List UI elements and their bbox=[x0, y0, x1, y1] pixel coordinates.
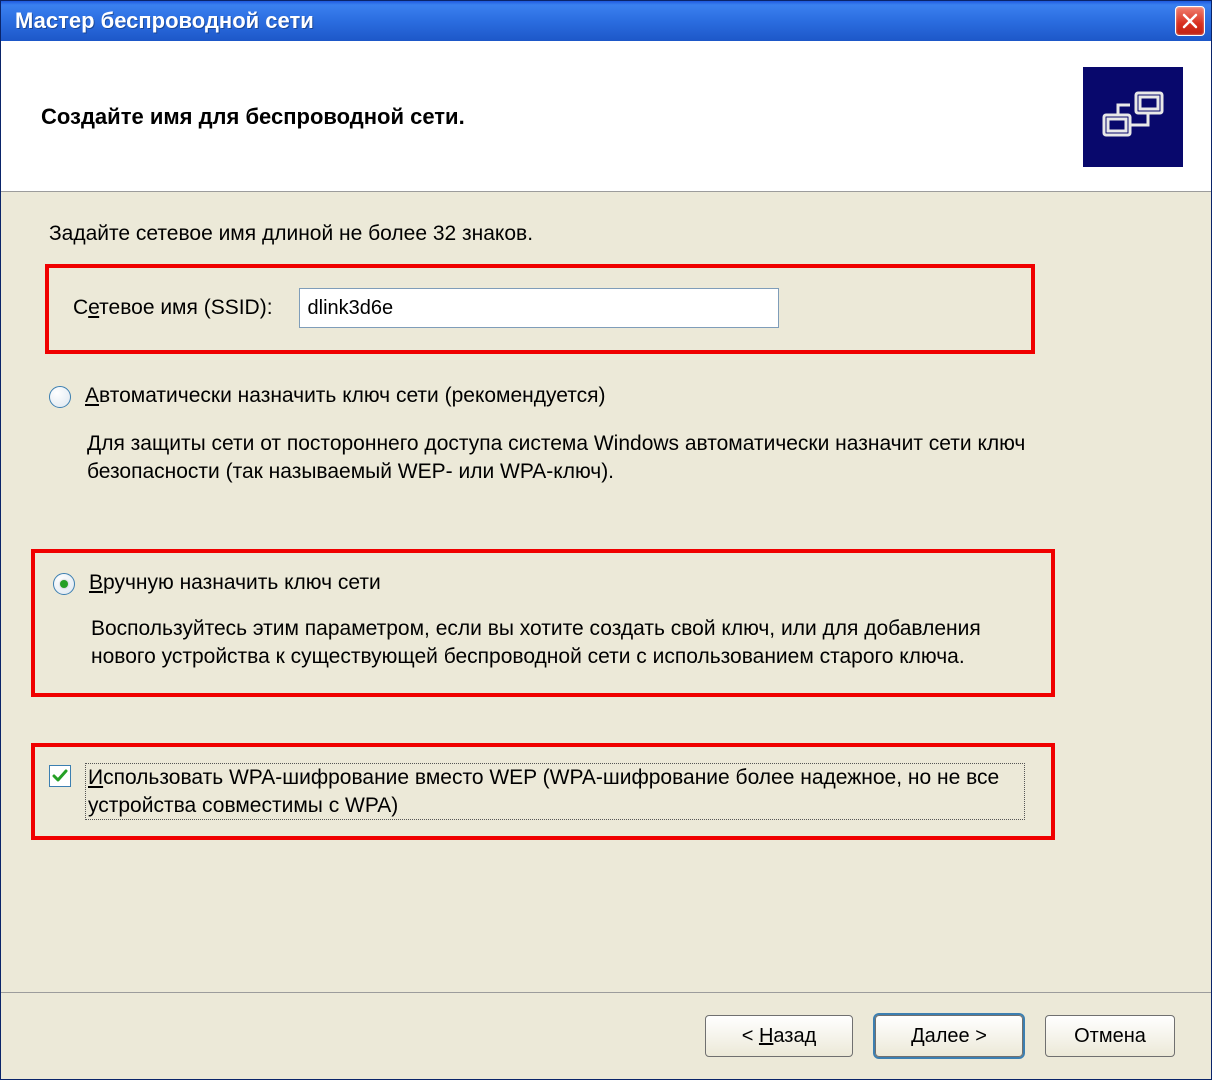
radio-manual-row[interactable]: Вручную назначить ключ сети bbox=[49, 569, 1031, 599]
wizard-content: Задайте сетевое имя длиной не более 32 з… bbox=[1, 192, 1211, 992]
cancel-button[interactable]: Отмена bbox=[1045, 1015, 1175, 1057]
back-button[interactable]: < Назад bbox=[705, 1015, 853, 1057]
option-auto: Автоматически назначить ключ сети (реком… bbox=[49, 382, 1163, 487]
wizard-heading: Создайте имя для беспроводной сети. bbox=[41, 104, 1063, 130]
wizard-window: Мастер беспроводной сети Создайте имя дл… bbox=[0, 0, 1212, 1080]
ssid-section: Сетевое имя (SSID): bbox=[45, 264, 1035, 354]
radio-auto[interactable] bbox=[49, 386, 71, 408]
check-icon bbox=[52, 768, 68, 784]
checkbox-wpa-label: Использовать WPA-шифрование вместо WEP (… bbox=[85, 763, 1025, 820]
radio-manual[interactable] bbox=[53, 573, 75, 595]
radio-manual-label: Вручную назначить ключ сети bbox=[89, 571, 381, 595]
auto-description: Для защиты сети от постороннего доступа … bbox=[87, 430, 1087, 487]
ssid-label: Сетевое имя (SSID): bbox=[73, 296, 273, 320]
titlebar[interactable]: Мастер беспроводной сети bbox=[1, 1, 1211, 41]
wizard-header: Создайте имя для беспроводной сети. bbox=[1, 41, 1211, 192]
wpa-section: Использовать WPA-шифрование вместо WEP (… bbox=[31, 743, 1055, 840]
radio-auto-label: Автоматически назначить ключ сети (реком… bbox=[85, 384, 606, 408]
checkbox-wpa-row[interactable]: Использовать WPA-шифрование вместо WEP (… bbox=[49, 763, 1031, 820]
instruction-text: Задайте сетевое имя длиной не более 32 з… bbox=[49, 222, 1163, 246]
close-icon bbox=[1182, 13, 1198, 29]
manual-description: Воспользуйтесь этим параметром, если вы … bbox=[91, 615, 1031, 672]
window-title: Мастер беспроводной сети bbox=[15, 8, 1175, 34]
option-manual: Вручную назначить ключ сети Воспользуйте… bbox=[31, 549, 1055, 698]
network-icon bbox=[1083, 67, 1183, 167]
wizard-footer: < Назад Далее > Отмена bbox=[1, 992, 1211, 1079]
checkbox-wpa[interactable] bbox=[49, 765, 71, 787]
next-button[interactable]: Далее > bbox=[875, 1015, 1023, 1057]
radio-auto-row[interactable]: Автоматически назначить ключ сети (реком… bbox=[49, 382, 1163, 412]
ssid-input[interactable] bbox=[299, 288, 779, 328]
close-button[interactable] bbox=[1175, 6, 1205, 36]
